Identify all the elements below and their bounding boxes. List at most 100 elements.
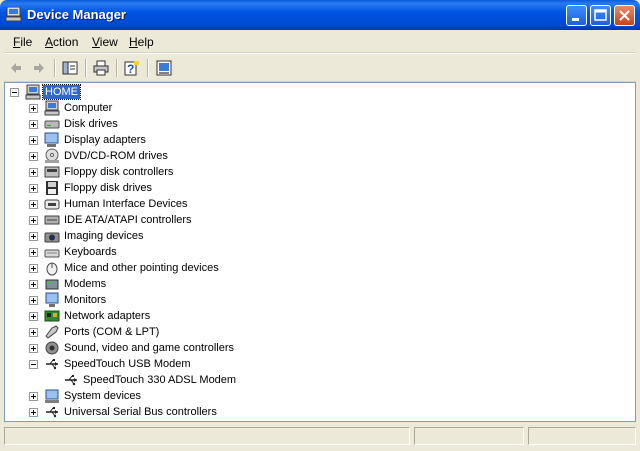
expand-toggle[interactable] (29, 216, 38, 225)
minimize-button[interactable] (566, 5, 587, 26)
tree-item-label: Disk drives (64, 118, 118, 130)
usb-icon (46, 407, 58, 418)
expand-toggle[interactable] (29, 312, 38, 321)
expand-toggle[interactable] (29, 280, 38, 289)
menu-view[interactable]: View (92, 35, 118, 49)
tree-item-modems[interactable]: Modems (5, 276, 635, 292)
tree-item-label: Sound, video and game controllers (64, 342, 234, 354)
tree-item-imaging-devices[interactable]: Imaging devices (5, 228, 635, 244)
computer-icon (25, 84, 41, 100)
expand-toggle[interactable] (29, 392, 38, 401)
ide-controller-icon (44, 215, 60, 225)
tree-item-label: SpeedTouch 330 ADSL Modem (83, 374, 237, 386)
help-button[interactable]: ? (122, 58, 142, 78)
expand-toggle[interactable] (29, 296, 38, 305)
toolbar-separator (147, 59, 149, 77)
expand-toggle[interactable] (29, 168, 38, 177)
back-button[interactable] (6, 58, 26, 78)
tree-item-label: Modems (64, 278, 107, 290)
forward-arrow-icon (34, 63, 44, 73)
tree-item-label: Floppy disk drives (64, 182, 153, 194)
window-title: Device Manager (27, 7, 126, 22)
expand-toggle[interactable] (29, 328, 38, 337)
network-adapter-icon (44, 310, 60, 322)
properties-button[interactable] (154, 58, 174, 78)
tree-root-home[interactable]: HOME (5, 84, 635, 100)
collapse-toggle[interactable] (10, 88, 19, 97)
menu-action[interactable]: Action (45, 35, 78, 49)
help-icon: ? (124, 61, 139, 76)
tree-item-label: Universal Serial Bus controllers (64, 406, 217, 418)
tree-item-universal-serial-bus-controllers[interactable]: Universal Serial Bus controllers (5, 404, 635, 420)
floppy-controller-icon (44, 166, 60, 178)
console-tree-icon (62, 61, 78, 75)
show-hide-console-tree-button[interactable] (60, 58, 80, 78)
expand-toggle[interactable] (29, 152, 38, 161)
tree-item-dvd-cd-rom-drives[interactable]: DVD/CD-ROM drives (5, 148, 635, 164)
tree-item-label: Human Interface Devices (64, 198, 188, 210)
port-icon (45, 325, 59, 339)
tree-child-item[interactable]: SpeedTouch 330 ADSL Modem (5, 372, 635, 388)
tree-item-display-adapters[interactable]: Display adapters (5, 132, 635, 148)
display-adapter-icon (44, 132, 59, 147)
expand-toggle[interactable] (29, 104, 38, 113)
toolbar-separator (85, 59, 87, 77)
expand-toggle[interactable] (29, 200, 38, 209)
tree-item-label: Mice and other pointing devices (64, 262, 219, 274)
close-button[interactable] (614, 5, 635, 26)
tree-item-label: Ports (COM & LPT) (64, 326, 160, 338)
print-button[interactable] (91, 58, 111, 78)
toolbar: ? (4, 53, 636, 82)
tree-item-keyboards[interactable]: Keyboards (5, 244, 635, 260)
printer-icon (93, 60, 109, 76)
toolbar-separator (54, 59, 56, 77)
tree-item-sound-video-and-game-controllers[interactable]: Sound, video and game controllers (5, 340, 635, 356)
tree-item-label: Display adapters (64, 134, 146, 146)
tree-item-computer[interactable]: Computer (5, 100, 635, 116)
expand-toggle[interactable] (29, 136, 38, 145)
expand-toggle[interactable] (29, 184, 38, 193)
tree-item-ports-com-lpt[interactable]: Ports (COM & LPT) (5, 324, 635, 340)
tree-item-ide-ata-atapi-controllers[interactable]: IDE ATA/ATAPI controllers (5, 212, 635, 228)
computer-icon (44, 100, 60, 116)
forward-button[interactable] (29, 58, 49, 78)
expand-toggle[interactable] (29, 120, 38, 129)
tree-item-label: Computer (64, 102, 113, 114)
maximize-button[interactable] (590, 5, 611, 26)
tree-item-monitors[interactable]: Monitors (5, 292, 635, 308)
tree-item-label: IDE ATA/ATAPI controllers (64, 214, 192, 226)
status-pane (4, 427, 410, 445)
properties-icon (156, 60, 172, 76)
tree-item-speedtouch-usb-modem[interactable]: SpeedTouch USB Modem (5, 356, 635, 372)
usb-icon (46, 359, 58, 370)
device-tree[interactable]: HOME Computer Disk drives Display adapters D… (4, 82, 636, 422)
tree-item-floppy-disk-drives[interactable]: Floppy disk drives (5, 180, 635, 196)
tree-item-system-devices[interactable]: System devices (5, 388, 635, 404)
status-pane (528, 427, 636, 445)
sound-icon (45, 341, 59, 355)
imaging-device-icon (44, 232, 60, 243)
cd-drive-icon (45, 148, 59, 163)
title-bar[interactable]: Device Manager (0, 0, 640, 30)
tree-item-floppy-disk-controllers[interactable]: Floppy disk controllers (5, 164, 635, 180)
tree-item-network-adapters[interactable]: Network adapters (5, 308, 635, 324)
menu-file[interactable]: File (13, 35, 32, 49)
collapse-toggle[interactable] (29, 360, 38, 369)
expand-toggle[interactable] (29, 408, 38, 417)
back-arrow-icon (11, 63, 21, 73)
tree-item-mice-and-other-pointing-devices[interactable]: Mice and other pointing devices (5, 260, 635, 276)
keyboard-icon (44, 249, 60, 258)
mouse-icon (46, 262, 58, 276)
expand-toggle[interactable] (29, 248, 38, 257)
expand-toggle[interactable] (29, 232, 38, 241)
menu-help[interactable]: Help (129, 35, 154, 49)
svg-text:?: ? (127, 62, 134, 76)
device-manager-window: Device Manager File Action View Help ? H… (0, 0, 640, 451)
tree-item-label: SpeedTouch USB Modem (64, 358, 191, 370)
tree-item-human-interface-devices[interactable]: Human Interface Devices (5, 196, 635, 212)
expand-toggle[interactable] (29, 264, 38, 273)
expand-toggle[interactable] (29, 344, 38, 353)
tree-item-disk-drives[interactable]: Disk drives (5, 116, 635, 132)
tree-item-label: Imaging devices (64, 230, 144, 242)
status-pane (414, 427, 524, 445)
